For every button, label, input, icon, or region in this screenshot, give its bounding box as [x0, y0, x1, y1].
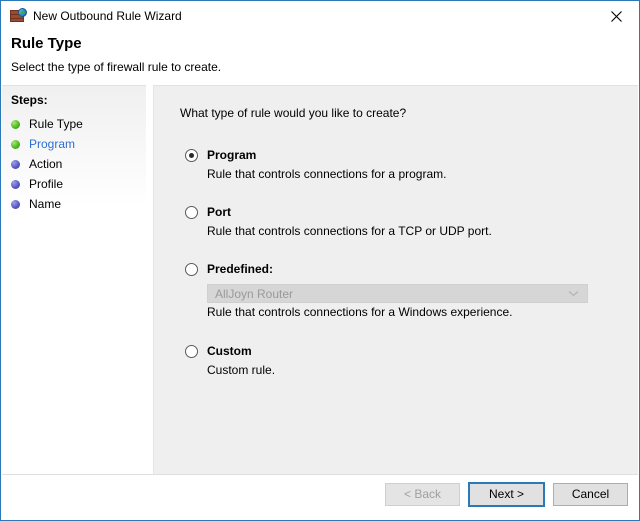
wizard-window: New Outbound Rule Wizard Rule Type Selec…: [0, 0, 640, 521]
spacer: [185, 320, 626, 344]
option-predefined-label: Predefined:: [207, 262, 273, 276]
step-bullet-icon: [11, 120, 20, 129]
sidebar-step-action[interactable]: Action: [2, 154, 146, 174]
close-button[interactable]: [593, 2, 639, 31]
sidebar-step-rule-type[interactable]: Rule Type: [2, 114, 146, 134]
option-predefined[interactable]: Predefined: AllJoyn Router Rule that con…: [185, 262, 626, 320]
cancel-button[interactable]: Cancel: [553, 483, 628, 506]
content-panel: What type of rule would you like to crea…: [153, 85, 638, 475]
page-subtitle: Select the type of firewall rule to crea…: [11, 60, 221, 74]
option-custom-label: Custom: [207, 344, 252, 358]
step-label: Name: [29, 197, 61, 211]
page-header: Rule Type Select the type of firewall ru…: [2, 31, 639, 83]
step-label: Action: [29, 157, 62, 171]
option-port[interactable]: Port Rule that controls connections for …: [185, 205, 626, 239]
option-program[interactable]: Program Rule that controls connections f…: [185, 148, 626, 182]
option-program-head[interactable]: Program: [185, 148, 626, 165]
option-predefined-head[interactable]: Predefined:: [185, 262, 626, 279]
step-bullet-icon: [11, 160, 20, 169]
steps-list: Rule Type Program Action Profile Name: [2, 114, 146, 214]
next-button[interactable]: Next >: [469, 483, 544, 506]
radio-port[interactable]: [185, 206, 198, 219]
option-custom[interactable]: Custom Custom rule.: [185, 344, 626, 378]
steps-heading: Steps:: [11, 93, 48, 107]
sidebar-step-name[interactable]: Name: [2, 194, 146, 214]
window-title: New Outbound Rule Wizard: [33, 9, 182, 23]
predefined-rule-value: AllJoyn Router: [215, 287, 293, 301]
radio-custom[interactable]: [185, 345, 198, 358]
step-label: Profile: [29, 177, 63, 191]
step-label: Rule Type: [29, 117, 83, 131]
option-port-label: Port: [207, 205, 231, 219]
step-bullet-icon: [11, 140, 20, 149]
question-text: What type of rule would you like to crea…: [180, 106, 406, 120]
button-row: < Back Next > Cancel: [385, 483, 628, 506]
sidebar-step-profile[interactable]: Profile: [2, 174, 146, 194]
step-label[interactable]: Program: [29, 137, 75, 151]
rule-type-radio-group: Program Rule that controls connections f…: [185, 148, 626, 378]
step-bullet-icon: [11, 200, 20, 209]
option-port-head[interactable]: Port: [185, 205, 626, 222]
radio-program[interactable]: [185, 149, 198, 162]
back-button[interactable]: < Back: [385, 483, 460, 506]
radio-predefined[interactable]: [185, 263, 198, 276]
predefined-rule-dropdown[interactable]: AllJoyn Router: [207, 284, 588, 303]
option-custom-head[interactable]: Custom: [185, 344, 626, 361]
option-predefined-description: Rule that controls connections for a Win…: [207, 305, 626, 320]
title-bar: New Outbound Rule Wizard: [1, 1, 639, 31]
option-port-description: Rule that controls connections for a TCP…: [207, 224, 626, 239]
close-icon: [611, 11, 622, 22]
option-program-label: Program: [207, 148, 256, 162]
steps-sidebar: Steps: Rule Type Program Action Profile …: [2, 85, 146, 519]
spacer: [185, 239, 626, 262]
option-custom-description: Custom rule.: [207, 363, 626, 378]
wizard-footer: < Back Next > Cancel: [2, 474, 638, 519]
page-title: Rule Type: [11, 35, 82, 52]
sidebar-step-program[interactable]: Program: [2, 134, 146, 154]
step-bullet-icon: [11, 180, 20, 189]
spacer: [185, 182, 626, 205]
option-program-description: Rule that controls connections for a pro…: [207, 167, 626, 182]
chevron-down-icon: [568, 285, 579, 302]
firewall-globe-icon: [10, 8, 26, 24]
